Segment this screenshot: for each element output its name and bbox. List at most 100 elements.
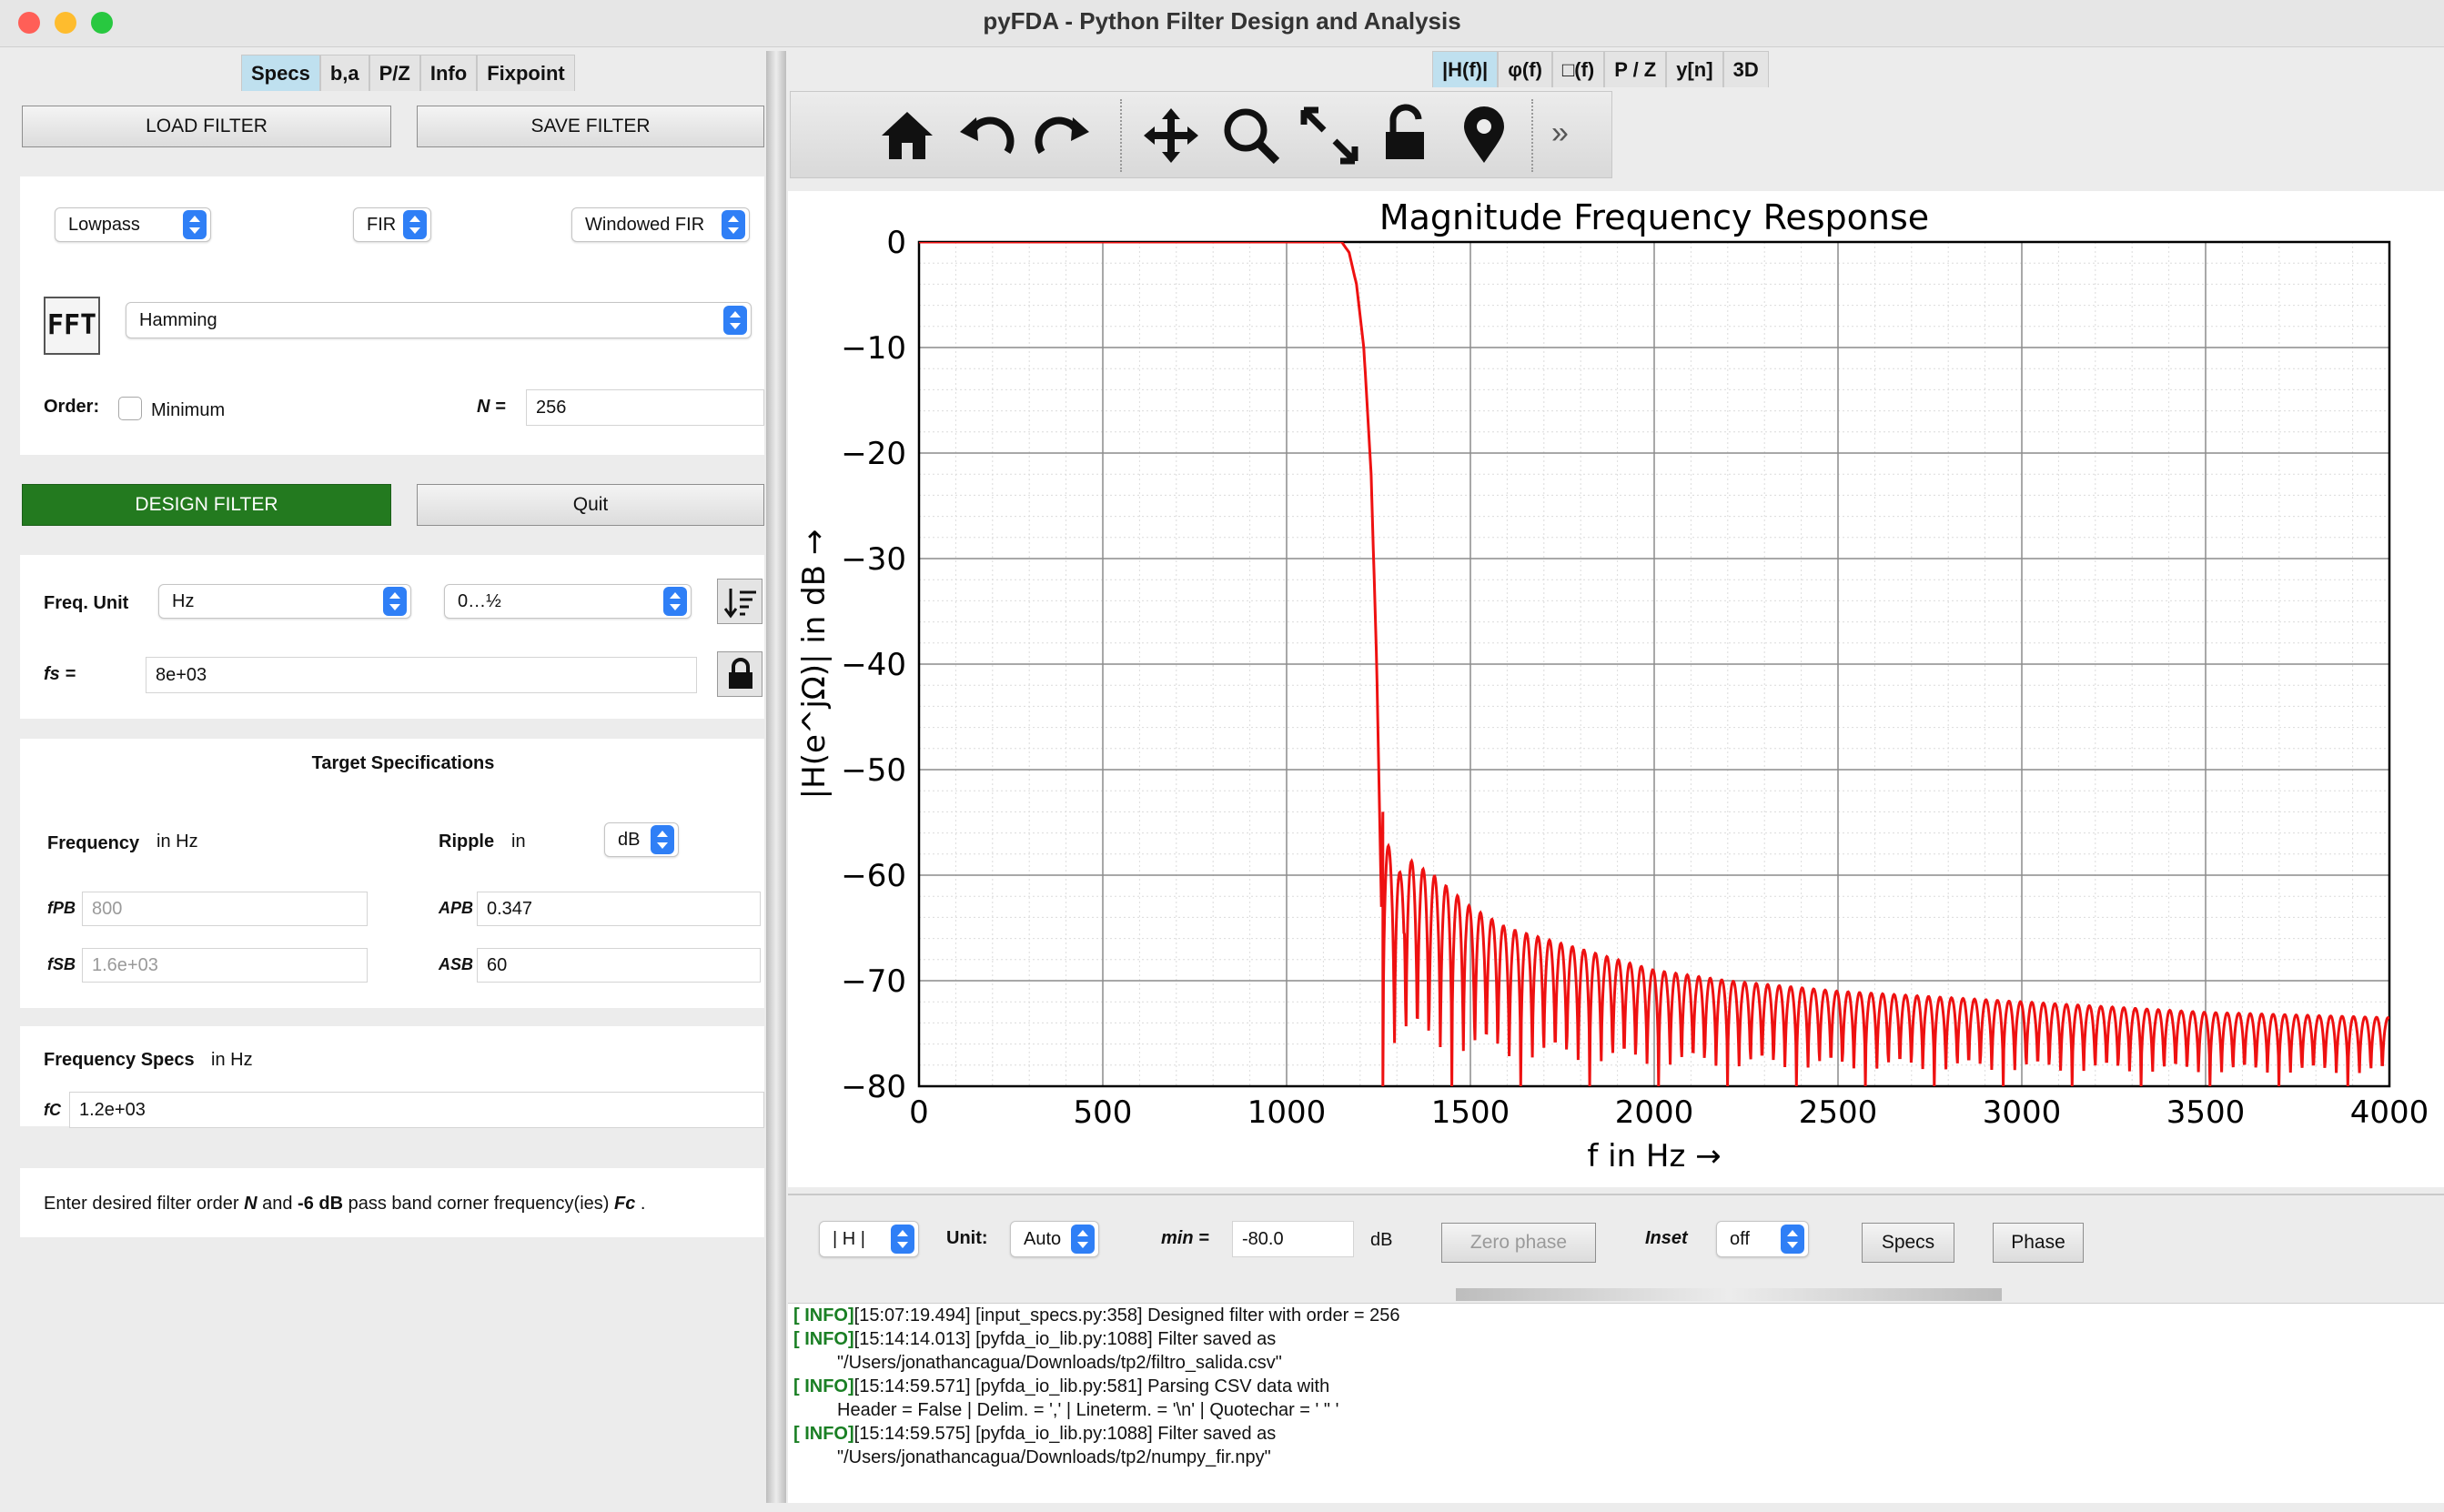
lock-icon[interactable]	[717, 651, 762, 697]
chevron-updown-icon	[891, 1225, 914, 1254]
zoom-icon[interactable]	[1218, 103, 1284, 168]
y-tick-label: −40	[841, 647, 906, 683]
tab-phase[interactable]: φ(f)	[1498, 51, 1552, 87]
freq-unit-value: Hz	[172, 591, 195, 611]
freq-unit-label: Freq. Unit	[44, 593, 129, 613]
pan-icon[interactable]	[1138, 103, 1204, 168]
ripple-label: Ripple	[439, 832, 495, 852]
log-text: [15:07:19.494] [input_specs.py:358] Desi…	[853, 1305, 1400, 1326]
magnitude-chart: 0 500 1000 1500 2000 2500 3000 3500 4000 0 −10 −20 −…	[796, 197, 2429, 1174]
y-tick-label: 0	[886, 225, 906, 261]
chevron-updown-icon	[1071, 1225, 1095, 1254]
window-select[interactable]: Hamming	[126, 302, 752, 338]
min-input[interactable]: -80.0	[1232, 1221, 1354, 1257]
response-type-value: Lowpass	[68, 215, 140, 235]
tab-group-delay[interactable]: □(f)	[1551, 51, 1605, 87]
info-text-c: -6 dB	[298, 1194, 344, 1214]
quit-button[interactable]: Quit	[417, 484, 764, 526]
log-text: [15:14:59.575] [pyfda_io_lib.py:1088] Fi…	[853, 1424, 1277, 1444]
specs-button[interactable]: Specs	[1862, 1223, 1954, 1263]
log-text: [15:14:14.013] [pyfda_io_lib.py:1088] Fi…	[853, 1329, 1277, 1349]
tab-pole-zero[interactable]: P / Z	[1604, 51, 1667, 87]
ripple-unit-select[interactable]: dB	[604, 822, 679, 857]
chevron-updown-icon	[403, 210, 427, 239]
minimum-label: Minimum	[151, 400, 226, 420]
inset-select-value: off	[1730, 1229, 1750, 1249]
chart-title: Magnitude Frequency Response	[1379, 197, 1929, 237]
log-line: Header = False | Delim. = ',' | Lineterm…	[837, 1400, 1338, 1421]
tab-magnitude[interactable]: |H(f)|	[1432, 51, 1499, 87]
order-n-input[interactable]: 256	[526, 389, 764, 426]
chevron-updown-icon	[1781, 1225, 1804, 1254]
fc-input[interactable]: 1.2e+03	[69, 1092, 764, 1128]
fs-input[interactable]: 8e+03	[146, 657, 697, 693]
inset-select[interactable]: off	[1716, 1221, 1809, 1257]
chevron-updown-icon	[722, 210, 745, 239]
frequency-specs-title: Frequency Specs	[44, 1050, 195, 1070]
design-method-value: Windowed FIR	[585, 215, 705, 235]
log-text: "/Users/jonathancagua/Downloads/tp2/nump…	[837, 1447, 1271, 1467]
y-tick-label: −80	[841, 1069, 906, 1105]
y-tick-label: −70	[841, 963, 906, 1000]
forward-icon[interactable]	[1031, 103, 1096, 168]
plot-area[interactable]: 0 500 1000 1500 2000 2500 3000 3500 4000 0 −10 −20 −…	[788, 191, 2444, 1187]
log-line: [ INFO][15:14:14.013] [pyfda_io_lib.py:1…	[793, 1329, 1276, 1350]
zero-phase-button[interactable]: Zero phase	[1441, 1223, 1596, 1263]
asb-input[interactable]: 60	[477, 948, 761, 983]
vertical-splitter[interactable]	[766, 51, 786, 1503]
design-filter-button[interactable]: DESIGN FILTER	[22, 484, 391, 526]
phase-button[interactable]: Phase	[1993, 1223, 2084, 1263]
minimum-checkbox[interactable]	[118, 397, 142, 420]
tab-specs[interactable]: Specs	[241, 55, 320, 91]
load-filter-button[interactable]: LOAD FILTER	[22, 106, 391, 147]
filter-type-select[interactable]: FIR	[353, 207, 431, 242]
right-tab-bar: |H(f)| φ(f) □(f) P / Z y[n] 3D	[1432, 51, 1769, 87]
horizontal-splitter[interactable]	[1456, 1288, 2002, 1301]
tab-fixpoint[interactable]: Fixpoint	[477, 55, 575, 91]
back-icon[interactable]	[953, 103, 1018, 168]
log-line: "/Users/jonathancagua/Downloads/tp2/filt…	[837, 1353, 1282, 1374]
h-select[interactable]: | H |	[819, 1221, 919, 1257]
log-tag: [ INFO]	[793, 1305, 854, 1326]
info-text-d: pass band corner frequency(ies)	[343, 1194, 614, 1214]
lock-icon[interactable]	[1375, 103, 1440, 168]
title-bar: pyFDA - Python Filter Design and Analysi…	[0, 0, 2444, 47]
log-console[interactable]: [ INFO][15:07:19.494] [input_specs.py:35…	[788, 1303, 2444, 1503]
fullscreen-icon[interactable]	[1297, 103, 1362, 168]
toolbar-separator	[1120, 99, 1122, 172]
save-filter-button[interactable]: SAVE FILTER	[417, 106, 764, 147]
frequency-label: Frequency	[47, 833, 140, 853]
y-tick-label: −60	[841, 858, 906, 894]
freq-unit-select[interactable]: Hz	[158, 584, 411, 619]
log-tag: [ INFO]	[793, 1424, 854, 1444]
response-type-select[interactable]: Lowpass	[55, 207, 211, 242]
frequency-specs-unit: in Hz	[211, 1050, 253, 1070]
tab-3d[interactable]: 3D	[1722, 51, 1769, 87]
ripple-unit-value: dB	[618, 830, 641, 850]
info-text-n: N	[244, 1194, 258, 1214]
fsb-input[interactable]: 1.6e+03	[82, 948, 368, 983]
design-method-select[interactable]: Windowed FIR	[571, 207, 750, 242]
unit-select[interactable]: Auto	[1010, 1221, 1099, 1257]
tab-info[interactable]: Info	[419, 55, 478, 91]
chevron-updown-icon	[651, 825, 674, 854]
unit-select-value: Auto	[1024, 1229, 1062, 1249]
fft-icon-button[interactable]: FFT	[44, 297, 100, 355]
info-text-a: Enter desired filter order	[44, 1194, 245, 1214]
x-tick-label: 500	[1074, 1094, 1133, 1131]
pin-icon[interactable]	[1451, 103, 1517, 168]
freq-range-select[interactable]: 0…½	[444, 584, 692, 619]
sort-descending-icon[interactable]	[717, 579, 762, 624]
fpb-input[interactable]: 800	[82, 892, 368, 926]
tab-pz[interactable]: P/Z	[369, 55, 420, 91]
left-tab-bar: Specs b,a P/Z Info Fixpoint	[241, 55, 575, 91]
log-line: [ INFO][15:14:59.575] [pyfda_io_lib.py:1…	[793, 1424, 1276, 1445]
fs-label: fs =	[44, 664, 76, 684]
x-tick-label: 1500	[1431, 1094, 1510, 1131]
apb-input[interactable]: 0.347	[477, 892, 761, 926]
tab-ba[interactable]: b,a	[319, 55, 369, 91]
log-line: [ INFO][15:14:59.571] [pyfda_io_lib.py:5…	[793, 1376, 1329, 1397]
home-icon[interactable]	[874, 103, 940, 168]
tab-impulse-response[interactable]: y[n]	[1666, 51, 1723, 87]
more-icon[interactable]: »	[1551, 116, 1569, 151]
